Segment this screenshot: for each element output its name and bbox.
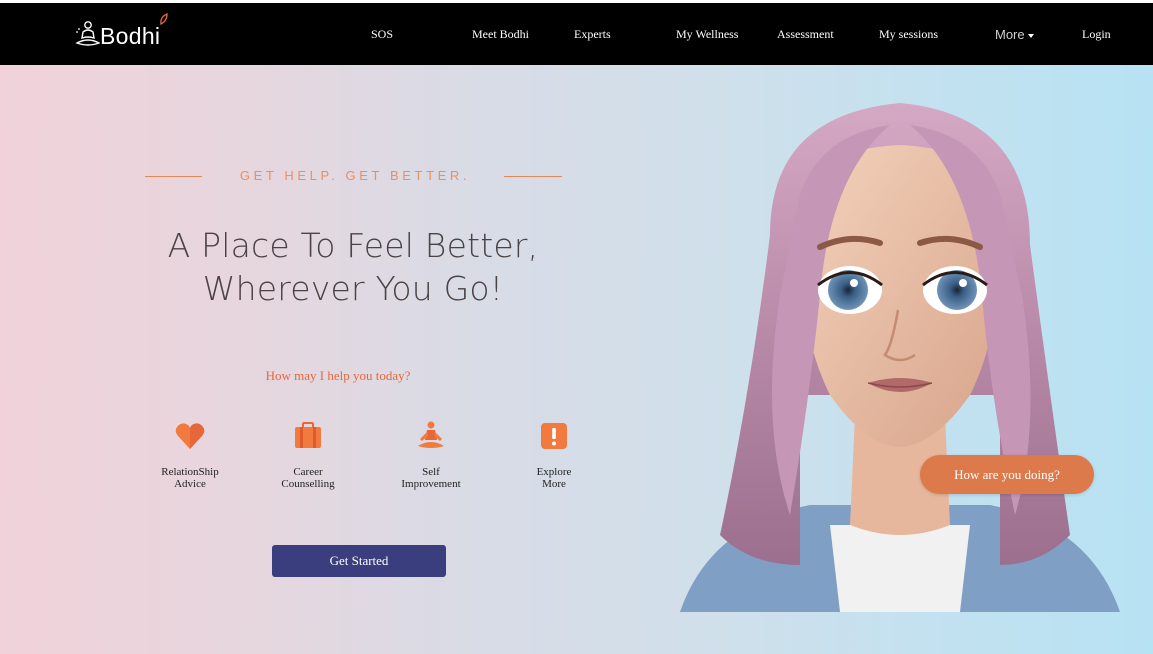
service-label: Self Improvement (401, 466, 461, 490)
service-self-improvement[interactable]: Self Improvement (376, 420, 486, 490)
top-navbar: Bodhi SOS Meet Bodhi Experts My Wellness… (0, 3, 1153, 65)
nav-more-dropdown[interactable]: More (995, 3, 1034, 65)
bodhi-avatar-image (680, 103, 1120, 612)
briefcase-icon (295, 422, 321, 448)
get-started-button[interactable]: Get Started (272, 545, 446, 577)
nav-item-assessment[interactable]: Assessment (777, 3, 834, 65)
nav-item-my-wellness[interactable]: My Wellness (676, 3, 738, 65)
meditation-icon (418, 421, 444, 448)
help-question: How may I help you today? (265, 368, 411, 383)
chevron-down-icon (1027, 34, 1034, 38)
service-label: Career Counselling (281, 466, 335, 490)
nav-item-experts[interactable]: Experts (574, 3, 611, 65)
service-label: RelationShip Advice (161, 466, 219, 490)
tagline-divider-right (504, 176, 562, 177)
service-relationship-advice[interactable]: RelationShip Advice (135, 420, 245, 490)
meditating-figure-icon (75, 21, 100, 46)
headline-line-2: Wherever You Go! (202, 269, 504, 308)
hero-tagline: GET HELP. GET BETTER. (239, 168, 471, 183)
nav-item-my-sessions[interactable]: My sessions (879, 3, 938, 65)
tagline-divider-left (145, 176, 202, 177)
service-career-counselling[interactable]: Career Counselling (253, 420, 363, 490)
nav-more-label: More (995, 26, 1025, 42)
logo-text: Bodhi (100, 22, 161, 49)
nav-item-meet-bodhi[interactable]: Meet Bodhi (472, 3, 529, 65)
headline-line-1: A Place To Feel Better, (167, 226, 539, 265)
bodhi-logo[interactable]: Bodhi (74, 13, 168, 51)
hero-headline: A Place To Feel Better, Wherever You Go! (100, 224, 606, 310)
service-label: Explore More (536, 466, 572, 490)
service-explore-more[interactable]: Explore More (499, 420, 609, 490)
heart-icon (175, 423, 205, 449)
chat-prompt-bubble[interactable]: How are you doing? (920, 455, 1094, 494)
leaf-icon (160, 13, 168, 25)
login-link[interactable]: Login (1082, 3, 1111, 65)
exclamation-icon (541, 423, 567, 449)
nav-item-sos[interactable]: SOS (371, 3, 393, 65)
